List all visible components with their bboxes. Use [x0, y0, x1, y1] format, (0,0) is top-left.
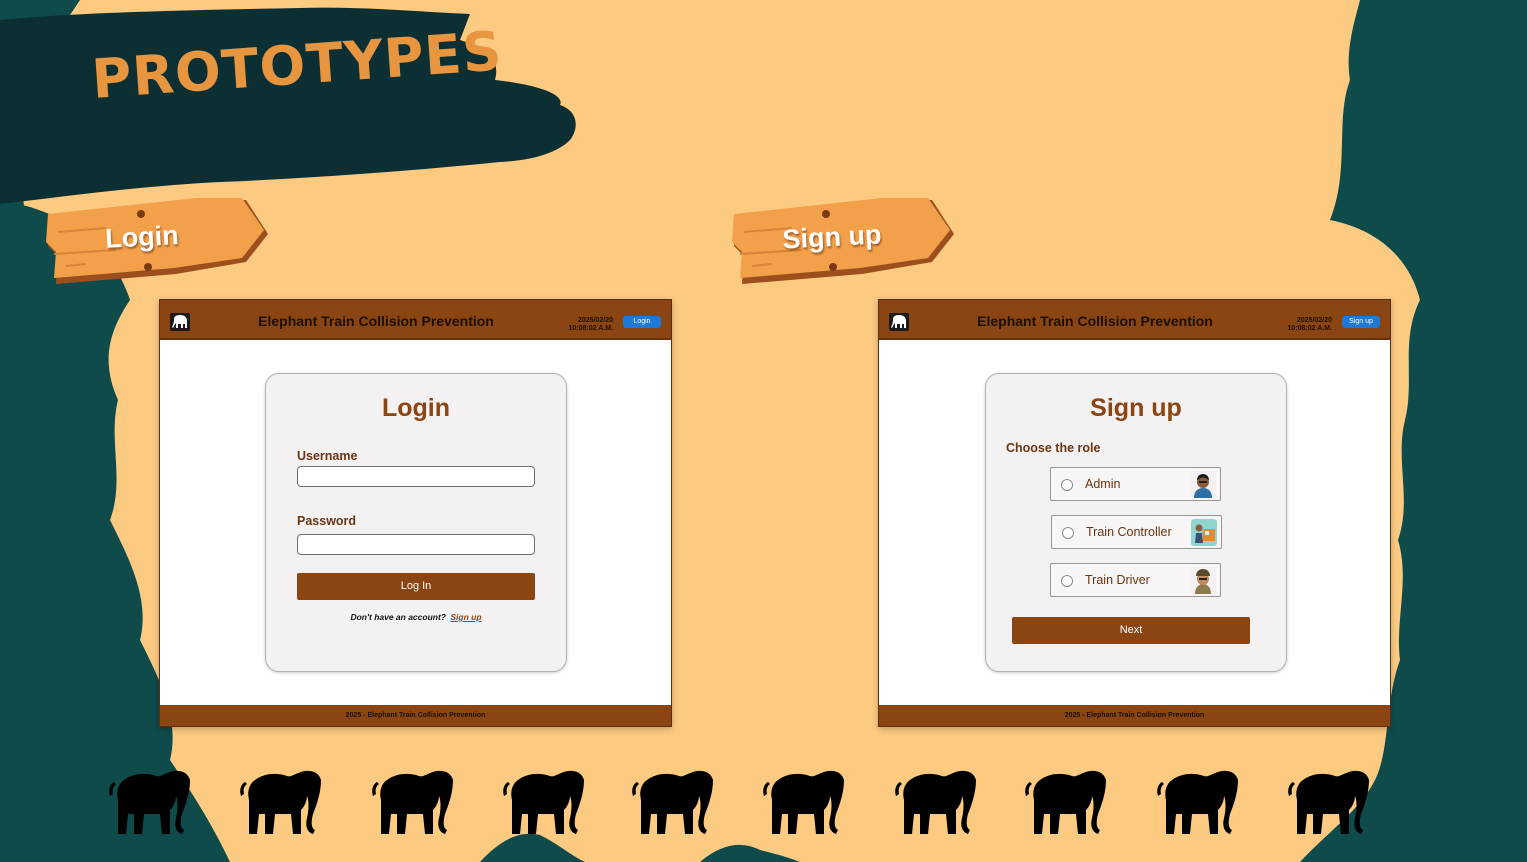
datetime-display: 2025/02/20 10:08:02 A.M. [553, 317, 613, 333]
signup-hint: Don't have an account? Sign up [266, 612, 566, 622]
header-login-button[interactable]: Login [623, 316, 661, 328]
role-option-train-driver[interactable]: Train Driver [1050, 563, 1221, 597]
elephant-icon [372, 770, 453, 834]
next-button[interactable]: Next [1012, 617, 1250, 644]
role-label: Admin [1085, 477, 1121, 491]
app-title: Elephant Train Collision Prevention [258, 313, 494, 329]
elephant-icon [503, 770, 584, 834]
elephant-icon [1288, 770, 1369, 834]
app-header: Elephant Train Collision Prevention 2025… [879, 300, 1390, 340]
elephant-logo-icon [170, 313, 190, 331]
elephant-icon [763, 770, 844, 834]
login-sign: Login [46, 196, 268, 284]
date-text: 2025/02/20 [1296, 317, 1332, 324]
signup-card: Sign up Choose the role Admin Train Cont… [985, 373, 1287, 672]
elephant-icon [895, 770, 976, 834]
login-submit-button[interactable]: Log In [297, 573, 535, 600]
radio-button[interactable] [1062, 527, 1074, 539]
elephant-icon [1157, 770, 1238, 834]
username-label: Username [297, 449, 358, 463]
signup-prototype-window: Elephant Train Collision Prevention 2025… [878, 299, 1391, 727]
radio-button[interactable] [1061, 479, 1073, 491]
login-prototype-window: Elephant Train Collision Prevention 2025… [159, 299, 672, 727]
elephant-row [0, 770, 1527, 840]
elephant-icon [109, 770, 190, 834]
password-input[interactable] [297, 534, 535, 555]
elephant-logo-icon [889, 313, 909, 331]
login-card: Login Username Password Log In Don't hav… [265, 373, 567, 672]
role-label: Train Driver [1085, 573, 1150, 587]
role-label: Train Controller [1086, 525, 1172, 539]
app-footer: 2025 - Elephant Train Collision Preventi… [160, 705, 671, 726]
signup-card-title: Sign up [1090, 394, 1182, 422]
train-controller-avatar-icon [1191, 519, 1217, 546]
date-text: 2025/02/20 [577, 317, 613, 324]
signup-hint-text: Don't have an account? [350, 612, 446, 622]
header-signup-button[interactable]: Sign up [1342, 316, 1380, 328]
elephant-icon [1025, 770, 1106, 834]
login-card-title: Login [381, 394, 451, 422]
signup-sign: Sign up [732, 196, 954, 284]
app-footer: 2025 - Elephant Train Collision Preventi… [879, 705, 1390, 726]
elephant-icon [240, 770, 321, 834]
elephant-icon [632, 770, 713, 834]
signup-link[interactable]: Sign up [450, 612, 481, 622]
time-text: 10:08:02 A.M. [568, 325, 613, 332]
time-text: 10:08:02 A.M. [1287, 325, 1332, 332]
choose-role-label: Choose the role [1006, 441, 1101, 455]
role-option-train-controller[interactable]: Train Controller [1051, 515, 1222, 549]
username-input[interactable] [297, 466, 535, 487]
datetime-display: 2025/02/20 10:08:02 A.M. [1272, 317, 1332, 333]
radio-button[interactable] [1061, 575, 1073, 587]
admin-avatar-icon [1190, 471, 1216, 498]
password-label: Password [297, 514, 357, 528]
app-header: Elephant Train Collision Prevention 2025… [160, 300, 671, 340]
role-option-admin[interactable]: Admin [1050, 467, 1221, 501]
app-title: Elephant Train Collision Prevention [977, 313, 1213, 329]
train-driver-avatar-icon [1190, 567, 1216, 594]
